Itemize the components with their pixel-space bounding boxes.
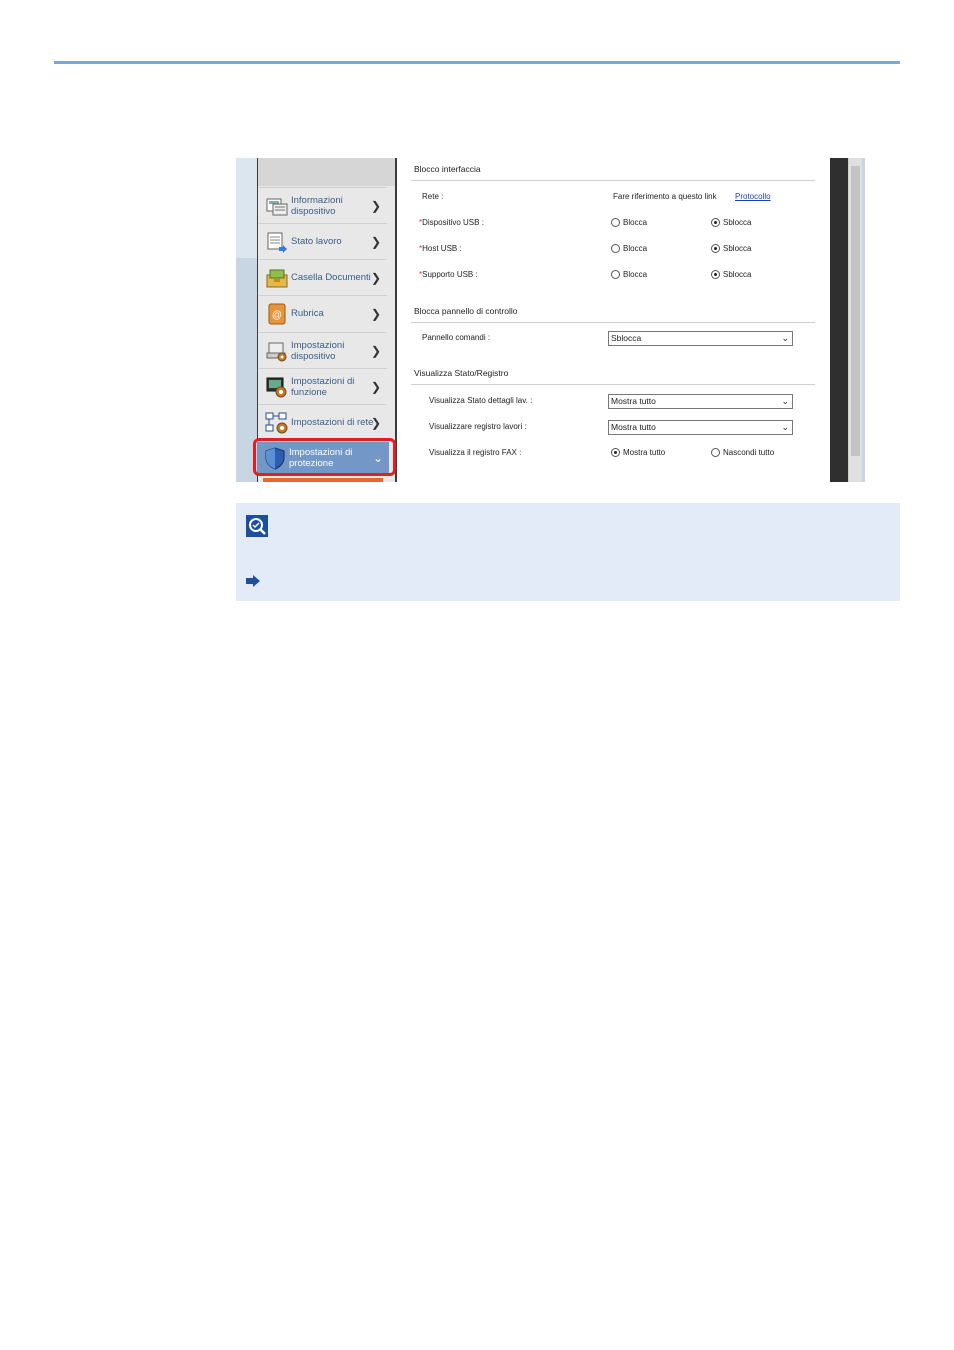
chevron-down-icon: ⌄ [781,422,789,432]
sidebar-item-label: Impostazioni di rete [291,417,374,428]
radio-off-icon [611,270,620,279]
control-panel-select[interactable]: Sblocca ⌄ [608,331,793,346]
chevron-down-icon: ⌄ [781,333,789,343]
sidebar-item-address-book[interactable]: @ Rubrica ❯ [259,295,387,331]
window-right-panel [830,158,848,482]
sidebar-item-document-box[interactable]: Casella Documenti ❯ [259,259,387,295]
device-info-icon [266,198,288,215]
usb-storage-label: *Supporto USB : [419,270,478,279]
sidebar-item-label: Stato lavoro [291,236,342,247]
sidebar-item-label: Informazioni dispositivo [291,194,343,217]
submenu-indicator [263,478,383,482]
header-rule [54,61,900,64]
chevron-right-icon: ❯ [370,199,381,213]
scrollbar[interactable] [848,158,862,482]
sidebar-item-label: Impostazioni dispositivo [291,339,345,362]
chevron-down-icon: ⌄ [781,396,789,406]
radio-on-icon [711,218,720,227]
radio-off-icon [611,244,620,253]
sidebar-item-job-status[interactable]: Stato lavoro ❯ [259,223,387,259]
fax-log-show-radio[interactable]: Mostra tutto [611,448,665,457]
usb-device-unlock-radio[interactable]: Sblocca [711,218,751,227]
web-ui-screenshot: Informazioni dispositivo ❯ Stato lavoro … [236,158,865,482]
radio-on-icon [611,448,620,457]
chevron-right-icon: ❯ [370,271,381,285]
svg-text:@: @ [272,310,282,321]
sidebar-item-device-info[interactable]: Informazioni dispositivo ❯ [259,187,387,223]
radio-on-icon [711,270,720,279]
sidebar-item-network-settings[interactable]: Impostazioni di rete ❯ [259,404,387,440]
note-icon [246,515,268,537]
note-box [236,503,900,601]
scrollbar-thumb[interactable] [851,166,860,456]
protocol-link[interactable]: Protocollo [735,192,771,201]
usb-device-label: *Dispositivo USB : [419,218,484,227]
fax-log-label: Visualizza il registro FAX : [429,448,522,457]
radio-off-icon [711,448,720,457]
section-title: Blocca pannello di controllo [414,306,518,316]
window-left-edge [236,158,257,482]
job-log-label: Visualizzare registro lavori : [429,422,527,431]
sidebar-item-label: Rubrica [291,308,324,319]
function-settings-icon [266,377,287,397]
usb-host-unlock-radio[interactable]: Sblocca [711,244,751,253]
radio-on-icon [711,244,720,253]
job-detail-label: Visualizza Stato dettagli lav. : [429,396,533,405]
control-panel-label: Pannello comandi : [422,333,491,342]
sidebar-item-label: Impostazioni di funzione [291,375,355,398]
document-box-icon [266,269,288,287]
settings-panel: Blocco interfaccia Rete : Fare riferimen… [411,158,816,482]
usb-storage-lock-radio[interactable]: Blocca [611,270,647,279]
usb-storage-unlock-radio[interactable]: Sblocca [711,270,751,279]
job-log-select[interactable]: Mostra tutto ⌄ [608,420,793,435]
job-detail-select[interactable]: Mostra tutto ⌄ [608,394,793,409]
section-title: Blocco interfaccia [414,164,481,174]
network-reference-text: Fare riferimento a questo link [613,192,717,201]
sidebar-item-device-settings[interactable]: Impostazioni dispositivo ❯ [259,332,387,368]
fax-log-hide-radio[interactable]: Nascondi tutto [711,448,774,457]
usb-device-lock-radio[interactable]: Blocca [611,218,647,227]
chevron-right-icon: ❯ [370,344,381,358]
chevron-right-icon: ❯ [370,235,381,249]
usb-host-lock-radio[interactable]: Blocca [611,244,647,253]
usb-host-label: *Host USB : [419,244,462,253]
network-settings-icon [265,412,288,433]
chevron-right-icon: ❯ [370,307,381,321]
sidebar-item-function-settings[interactable]: Impostazioni di funzione ❯ [259,368,387,404]
sidebar-header [257,158,397,186]
arrow-right-icon [246,575,260,587]
network-label: Rete : [422,192,444,201]
section-title: Visualizza Stato/Registro [414,368,509,378]
sidebar-item-label: Casella Documenti [291,272,371,283]
chevron-right-icon: ❯ [370,380,381,394]
chevron-right-icon: ❯ [370,416,381,430]
job-status-icon [267,232,287,253]
radio-off-icon [611,218,620,227]
device-settings-icon [266,342,287,361]
address-book-icon: @ [268,303,286,324]
selection-highlight [253,438,396,476]
